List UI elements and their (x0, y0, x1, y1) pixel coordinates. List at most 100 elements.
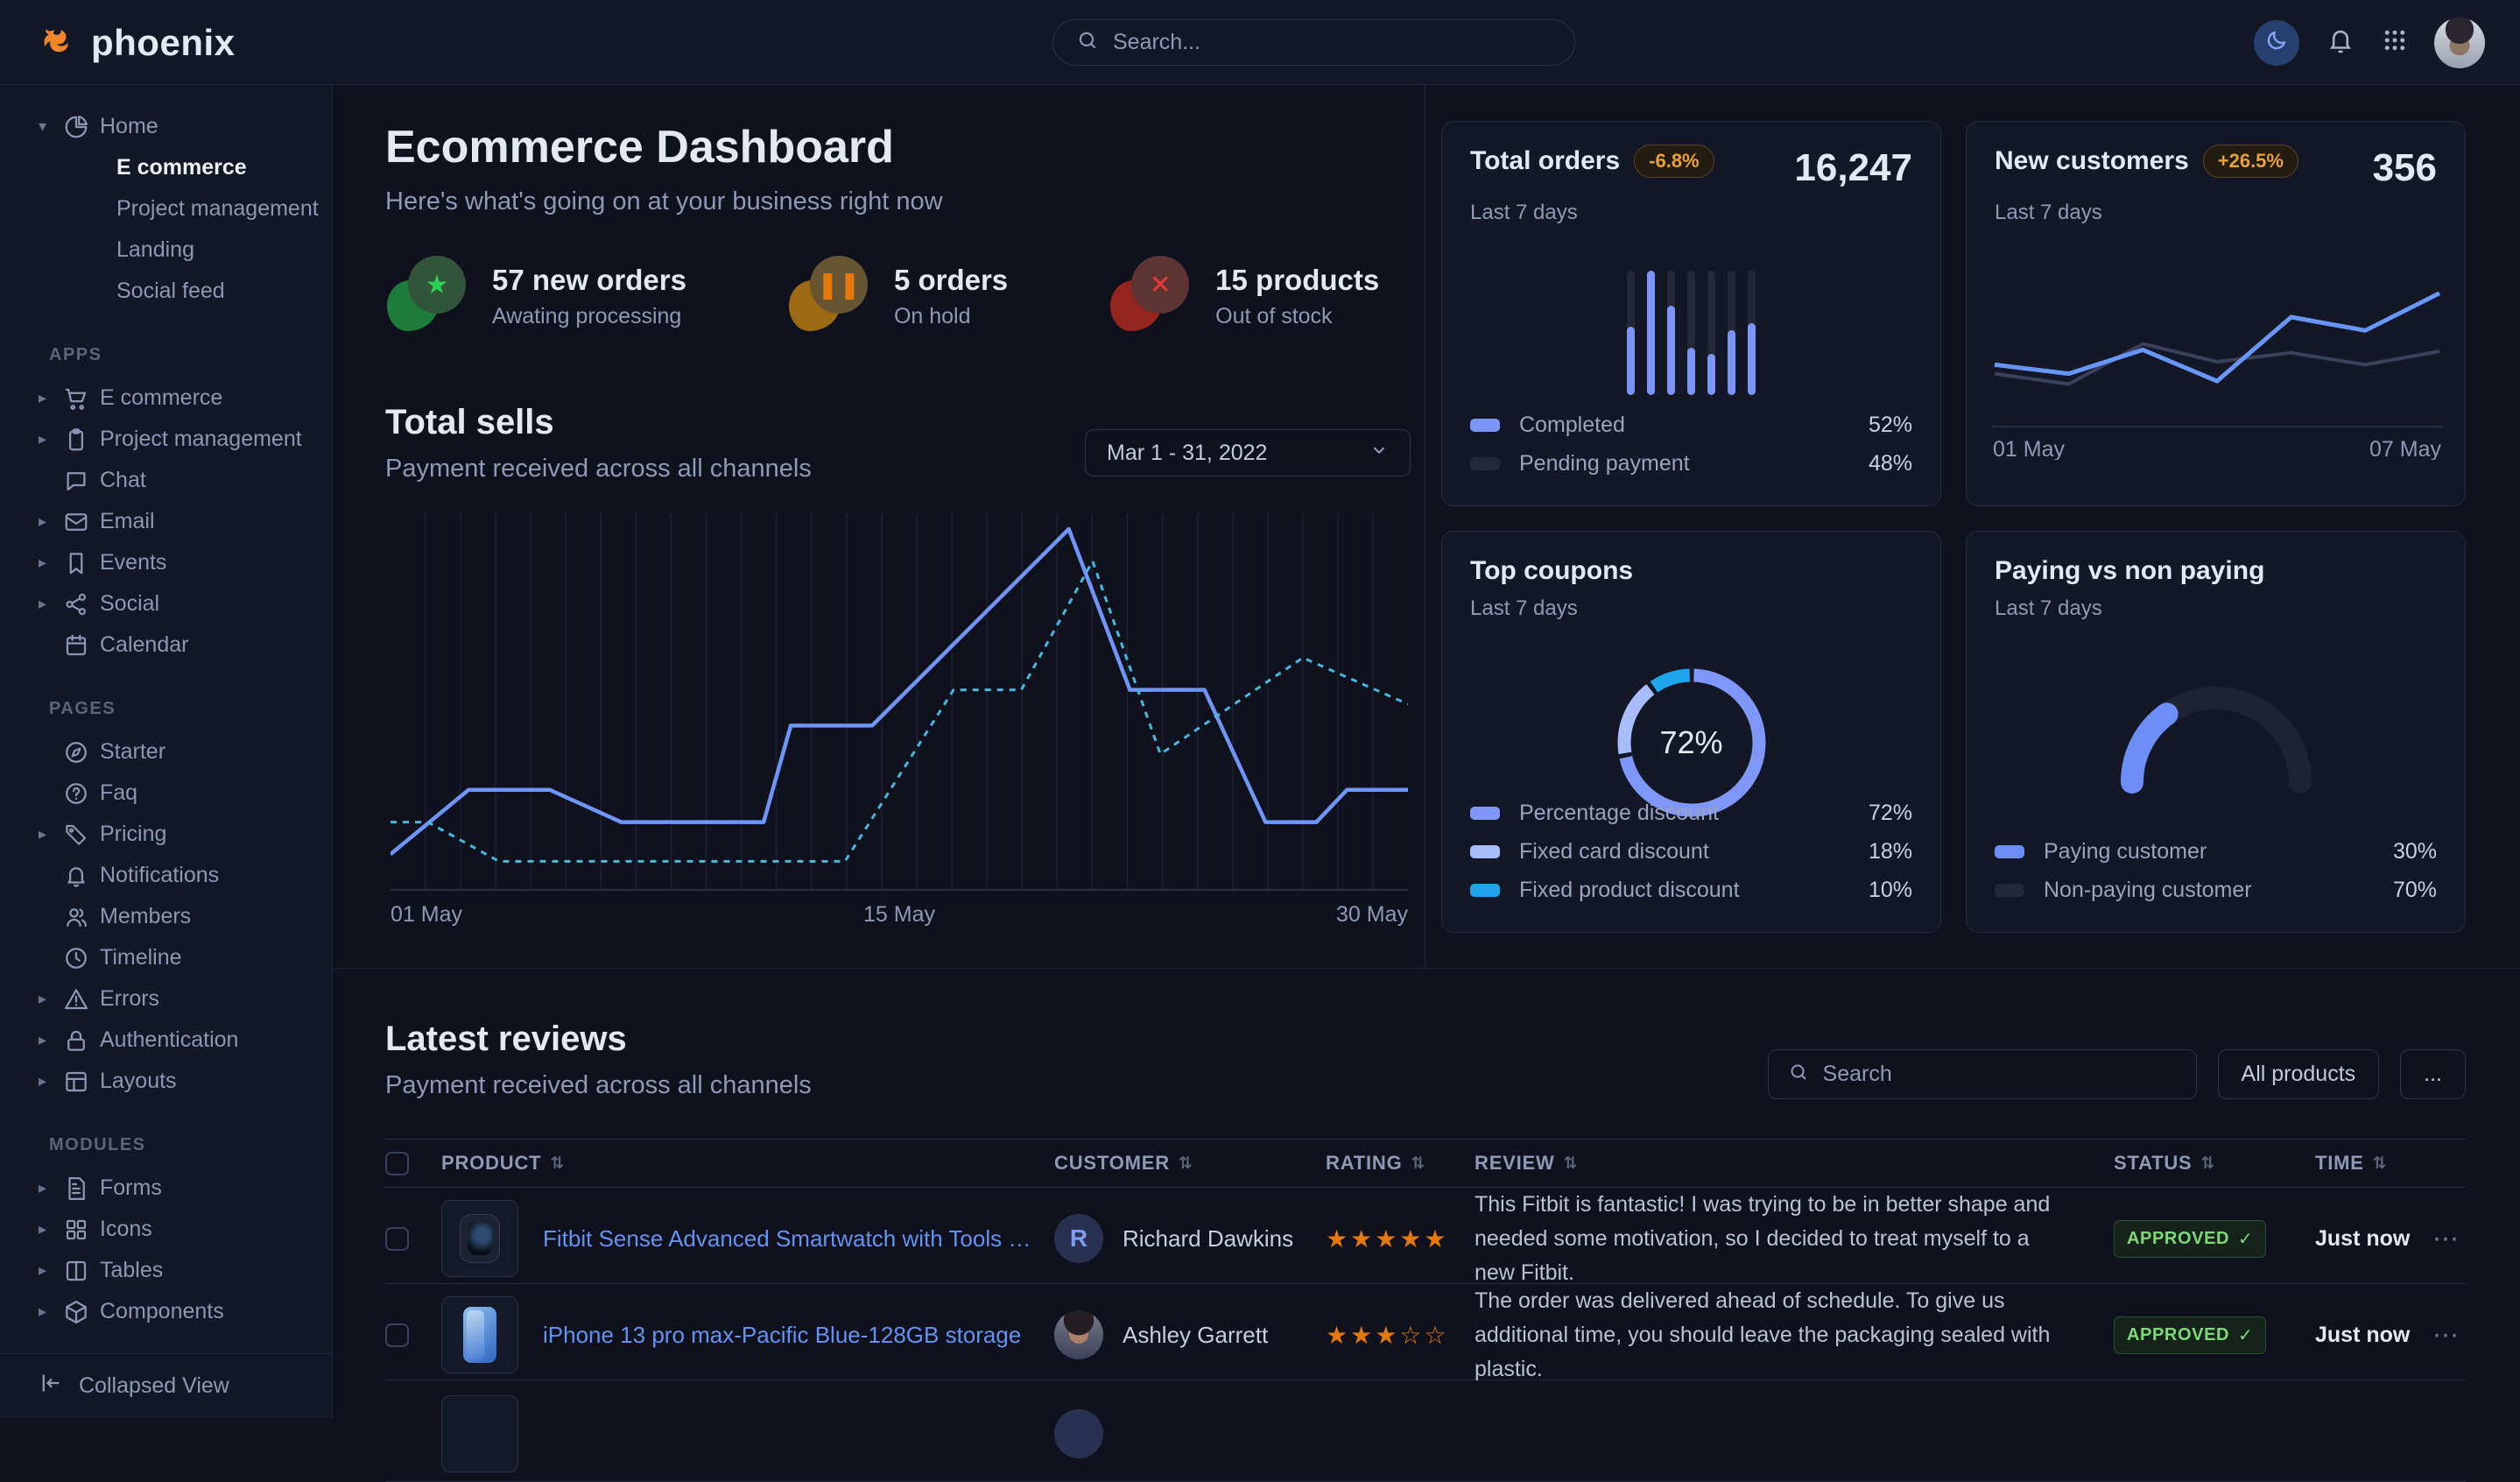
sidebar-item-calendar[interactable]: Calendar (0, 625, 332, 666)
all-products-button[interactable]: All products (2218, 1049, 2380, 1099)
sidebar-item-label: Project management (100, 427, 302, 452)
sidebar-subitem-e-commerce[interactable]: E commerce (0, 147, 332, 188)
legend-chip (1470, 845, 1500, 858)
caret-right-icon: ▸ (39, 389, 63, 407)
sidebar-item-e-commerce[interactable]: ▸E commerce (0, 378, 332, 419)
column-header-product[interactable]: PRODUCT⇅ (441, 1152, 1054, 1175)
column-label: RATING (1326, 1152, 1403, 1175)
global-search[interactable] (1052, 19, 1575, 66)
row-menu-button[interactable]: ⋯ (2429, 1320, 2466, 1351)
sidebar-item-label: Authentication (100, 1027, 238, 1053)
brand-logo[interactable]: phoenix (39, 0, 236, 85)
row-menu-button[interactable]: ⋯ (2429, 1224, 2466, 1254)
sidebar-item-icons[interactable]: ▸ Icons (0, 1209, 332, 1250)
tag-icon (63, 822, 100, 848)
sidebar-item-chat[interactable]: Chat (0, 460, 332, 501)
compass-icon (63, 739, 100, 766)
sidebar-item-faq[interactable]: Faq (0, 773, 332, 814)
bookmark-icon (63, 550, 100, 576)
sidebar-item-label: Timeline (100, 945, 182, 970)
chevron-down-icon (1369, 441, 1389, 466)
card-value: 356 (2373, 146, 2437, 190)
column-header-status[interactable]: STATUS⇅ (2114, 1152, 2315, 1175)
sidebar-item-layouts[interactable]: ▸Layouts (0, 1061, 332, 1102)
column-header-time[interactable]: TIME⇅ (2315, 1152, 2429, 1175)
card-title: Total orders (1470, 146, 1620, 176)
user-avatar[interactable] (2434, 18, 2485, 68)
theme-toggle-button[interactable] (2254, 20, 2299, 66)
row-checkbox[interactable] (385, 1323, 409, 1347)
caret-right-icon: ▸ (39, 990, 63, 1008)
sidebar-section-label: PAGES (49, 699, 332, 719)
sidebar-item-members[interactable]: Members (0, 896, 332, 937)
trend-badge: +26.5% (2203, 145, 2298, 178)
review-text: This Fitbit is fantastic! I was trying t… (1475, 1188, 2114, 1289)
sidebar-item-authentication[interactable]: ▸Authentication (0, 1020, 332, 1061)
sidebar-item-components[interactable]: ▸Components (0, 1291, 332, 1332)
sidebar-item-events[interactable]: ▸Events (0, 542, 332, 583)
select-all-checkbox[interactable] (385, 1152, 409, 1175)
sidebar-subitem-landing[interactable]: Landing (0, 229, 332, 271)
column-header-customer[interactable]: CUSTOMER⇅ (1054, 1152, 1326, 1175)
calendar-icon (63, 632, 100, 659)
column-label: TIME (2315, 1152, 2364, 1175)
sidebar-item-forms[interactable]: ▸Forms (0, 1168, 332, 1209)
sidebar-item-social[interactable]: ▸ Social (0, 583, 332, 625)
sidebar-item-project-management[interactable]: ▸Project management (0, 419, 332, 460)
sidebar-subitem-social-feed[interactable]: Social feed (0, 271, 332, 312)
search-input[interactable] (1113, 30, 1552, 55)
stat-item: ❚❚5 ordersOn hold (787, 254, 1008, 338)
product-link[interactable]: Fitbit Sense Advanced Smartwatch with To… (543, 1225, 1033, 1253)
sidebar-item-label: Icons (100, 1217, 152, 1242)
file-icon (63, 1175, 100, 1202)
grid-icon (63, 1217, 100, 1243)
sidebar-subitem-project-management[interactable]: Project management (0, 188, 332, 229)
column-header-rating[interactable]: RATING⇅ (1326, 1152, 1475, 1175)
date-range-value: Mar 1 - 31, 2022 (1107, 441, 1267, 466)
product-link[interactable]: iPhone 13 pro max-Pacific Blue-128GB sto… (543, 1322, 1021, 1349)
sidebar-item-notifications[interactable]: Notifications (0, 855, 332, 896)
card-title: Top coupons (1470, 556, 1633, 586)
stat-item: ✕15 productsOut of stock (1109, 254, 1379, 338)
collapse-view-button[interactable]: Collapsed View (0, 1353, 332, 1418)
caret-right-icon: ▸ (39, 512, 63, 531)
row-checkbox[interactable] (385, 1227, 409, 1251)
more-options-button[interactable]: ... (2400, 1049, 2466, 1099)
sidebar-item-home[interactable]: ▾Home (0, 106, 332, 147)
check-icon: ✓ (2238, 1228, 2253, 1250)
sidebar-item-timeline[interactable]: Timeline (0, 937, 332, 978)
iphone-thumb[interactable] (441, 1296, 518, 1373)
sidebar-item-email[interactable]: ▸Email (0, 501, 332, 542)
notifications-button[interactable] (2326, 25, 2355, 60)
paying-gauge-chart (2111, 679, 2321, 802)
reviews-search-input[interactable] (1823, 1062, 2177, 1087)
total-sells-chart: 01 May15 May30 May (391, 513, 1408, 931)
legend-label: Non-paying customer (2044, 878, 2252, 903)
smartwatch-thumb[interactable] (441, 1200, 518, 1277)
legend-value: 72% (1869, 801, 1912, 826)
trend-badge: -6.8% (1634, 145, 1714, 178)
svg-text:01 May: 01 May (391, 902, 462, 927)
bar-fill (1667, 306, 1675, 395)
sidebar-item-errors[interactable]: ▸Errors (0, 978, 332, 1020)
product-thumb[interactable] (441, 1395, 518, 1472)
reviews-search[interactable] (1768, 1049, 2197, 1099)
sidebar-item-starter[interactable]: Starter (0, 731, 332, 773)
bar-fill (1627, 327, 1635, 395)
apps-menu-button[interactable] (2382, 27, 2408, 58)
sidebar-list: ▾HomeE commerceProject managementLanding… (0, 85, 332, 1353)
customer-name: Ashley Garrett (1123, 1322, 1268, 1349)
card-period: Last 7 days (1995, 596, 2437, 621)
sidebar-item-pricing[interactable]: ▸Pricing (0, 814, 332, 855)
column-label: REVIEW (1475, 1152, 1555, 1175)
sidebar-item-label: Layouts (100, 1069, 177, 1094)
caret-right-icon: ▸ (39, 595, 63, 613)
x-icon: ✕ (1109, 254, 1193, 338)
date-range-select[interactable]: Mar 1 - 31, 2022 (1085, 429, 1411, 476)
column-header-review[interactable]: REVIEW⇅ (1475, 1152, 2114, 1175)
legend-value: 52% (1869, 413, 1912, 438)
clipboard-icon (63, 427, 100, 453)
caret-right-icon: ▸ (39, 1220, 63, 1239)
sidebar-item-label: Social (100, 591, 159, 617)
sidebar-item-tables[interactable]: ▸Tables (0, 1250, 332, 1291)
